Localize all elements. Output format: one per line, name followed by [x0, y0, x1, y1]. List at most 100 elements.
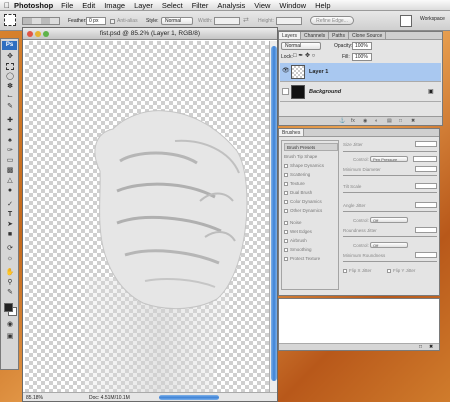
color-dynamics-item[interactable]: Color Dynamics — [284, 198, 338, 206]
checkbox[interactable] — [284, 181, 288, 186]
brushes-palette-icon[interactable] — [400, 15, 412, 27]
hand-tool-icon[interactable]: ✋ — [4, 269, 16, 277]
tilt-scale-input[interactable] — [415, 183, 437, 189]
texture-item[interactable]: Texture — [284, 180, 338, 188]
workspace-label[interactable]: Workspace — [420, 16, 445, 22]
visibility-toggle-icon[interactable] — [282, 88, 289, 95]
menu-image[interactable]: Image — [104, 1, 125, 10]
feather-input[interactable]: 0 px — [86, 17, 106, 25]
menu-select[interactable]: Select — [162, 1, 183, 10]
size-jitter-input[interactable] — [415, 141, 437, 147]
angle-jitter-slider[interactable] — [343, 211, 437, 212]
checkbox[interactable] — [284, 172, 288, 177]
minimum-roundness-input[interactable] — [415, 252, 437, 258]
lasso-tool-icon[interactable]: ◯ — [4, 73, 16, 81]
crop-tool-icon[interactable]: ⌙ — [4, 93, 16, 101]
minimize-window-icon[interactable] — [35, 31, 41, 37]
scattering-item[interactable]: Scattering — [284, 171, 338, 179]
close-window-icon[interactable] — [27, 31, 33, 37]
roundness-jitter-slider[interactable] — [343, 236, 437, 237]
refine-edge-button[interactable]: Refine Edge... — [310, 16, 354, 25]
menu-layer[interactable]: Layer — [134, 1, 153, 10]
clone-stamp-icon[interactable]: ♠ — [4, 137, 16, 145]
menu-view[interactable]: View — [254, 1, 270, 10]
healing-brush-icon[interactable]: ✚ — [4, 117, 16, 125]
new-layer-icon[interactable]: □ — [399, 118, 402, 124]
lock-icons[interactable]: □ ✒ ✥ ○ — [293, 52, 315, 59]
minimum-diameter-slider[interactable] — [343, 175, 437, 176]
brush-tool-icon[interactable]: ✒ — [4, 127, 16, 135]
checkbox[interactable] — [284, 238, 288, 243]
minimum-diameter-input[interactable] — [415, 166, 437, 172]
zoom-tool-icon[interactable]: ⚲ — [4, 279, 16, 287]
tab-clone-source[interactable]: Clone Source — [349, 32, 387, 39]
opacity-input[interactable]: 100% — [352, 42, 372, 50]
checkbox[interactable] — [284, 247, 288, 252]
anti-alias-checkbox[interactable] — [110, 19, 115, 24]
layer-row-layer-1[interactable]: 👁 Layer 1 — [280, 63, 441, 82]
screen-mode-icon[interactable]: ▣ — [4, 333, 16, 341]
new-brush-icon[interactable]: □ — [419, 344, 422, 350]
checkbox[interactable] — [284, 229, 288, 234]
tab-channels[interactable]: Channels — [301, 32, 330, 39]
tab-paths[interactable]: Paths — [329, 32, 349, 39]
checkbox[interactable] — [284, 190, 288, 195]
vertical-scrollbar[interactable] — [269, 41, 277, 392]
minimum-roundness-slider[interactable] — [343, 261, 437, 262]
eyedropper-icon[interactable]: ✎ — [4, 289, 16, 297]
checkbox[interactable] — [284, 163, 288, 168]
checkbox[interactable] — [284, 208, 288, 213]
layer-style-icon[interactable]: fx — [351, 118, 355, 124]
menu-analysis[interactable]: Analysis — [217, 1, 245, 10]
other-dynamics-item[interactable]: Other Dynamics — [284, 207, 338, 215]
width-input[interactable] — [214, 17, 240, 25]
checkbox[interactable] — [284, 256, 288, 261]
checkbox[interactable] — [284, 199, 288, 204]
protect-texture-item[interactable]: Protect Texture — [284, 255, 338, 263]
height-input[interactable] — [276, 17, 302, 25]
swap-icon[interactable]: ⇄ — [243, 16, 249, 24]
shape-tool-icon[interactable]: ■ — [4, 231, 16, 239]
angle-jitter-input[interactable] — [415, 202, 437, 208]
noise-item[interactable]: Noise — [284, 219, 338, 227]
apple-menu-icon[interactable]:  — [0, 1, 14, 10]
size-jitter-slider[interactable] — [343, 151, 437, 152]
zoom-window-icon[interactable] — [43, 31, 49, 37]
marquee-tool-preset-icon[interactable] — [4, 14, 16, 26]
delete-brush-icon[interactable]: ✖ — [429, 344, 433, 350]
3d-rotate-icon[interactable]: ⟳ — [4, 245, 16, 253]
quick-selection-icon[interactable]: ✽ — [4, 83, 16, 91]
document-title-bar[interactable]: fist.psd @ 85.2% (Layer 1, RGB/8) — [23, 28, 277, 40]
pen-tool-icon[interactable]: ✓ — [4, 201, 16, 209]
add-mask-icon[interactable]: ◉ — [363, 118, 367, 124]
brush-presets-button[interactable]: Brush Presets — [284, 143, 338, 151]
control-pen-input[interactable] — [413, 156, 437, 162]
vertical-scroll-thumb[interactable] — [271, 46, 277, 381]
quick-mask-icon[interactable]: ◉ — [4, 321, 16, 329]
selection-mode-icons[interactable] — [22, 17, 60, 25]
roundness-control-select[interactable]: Off — [370, 242, 408, 248]
link-layers-icon[interactable]: ⚓ — [339, 118, 345, 124]
dodge-tool-icon[interactable]: ● — [4, 187, 16, 195]
checkbox[interactable] — [284, 220, 288, 225]
angle-control-select[interactable]: Off — [370, 217, 408, 223]
document-size[interactable]: Doc: 4.51M/10.1M — [89, 395, 130, 401]
flip-x-checkbox[interactable] — [343, 269, 347, 273]
foreground-color-swatch[interactable] — [4, 303, 13, 312]
shape-dynamics-item[interactable]: Shape Dynamics — [284, 162, 338, 170]
tab-brushes[interactable]: Brushes — [279, 129, 305, 136]
visibility-eye-icon[interactable]: 👁 — [282, 68, 290, 75]
move-tool-icon[interactable]: ✥ — [4, 53, 16, 61]
zoom-level[interactable]: 85.18% — [26, 395, 43, 401]
3d-orbit-icon[interactable]: ☼ — [4, 255, 16, 263]
smoothing-item[interactable]: Smoothing — [284, 246, 338, 254]
roundness-jitter-input[interactable] — [415, 227, 437, 233]
type-tool-icon[interactable]: T — [4, 211, 16, 219]
new-group-icon[interactable]: ▤ — [387, 118, 392, 124]
brush-tip-shape-item[interactable]: Brush Tip Shape — [284, 153, 338, 161]
menu-help[interactable]: Help — [315, 1, 330, 10]
canvas[interactable] — [25, 41, 269, 392]
style-select[interactable]: Normal — [161, 17, 193, 25]
slice-tool-icon[interactable]: ✎ — [4, 103, 16, 111]
menu-file[interactable]: File — [61, 1, 73, 10]
